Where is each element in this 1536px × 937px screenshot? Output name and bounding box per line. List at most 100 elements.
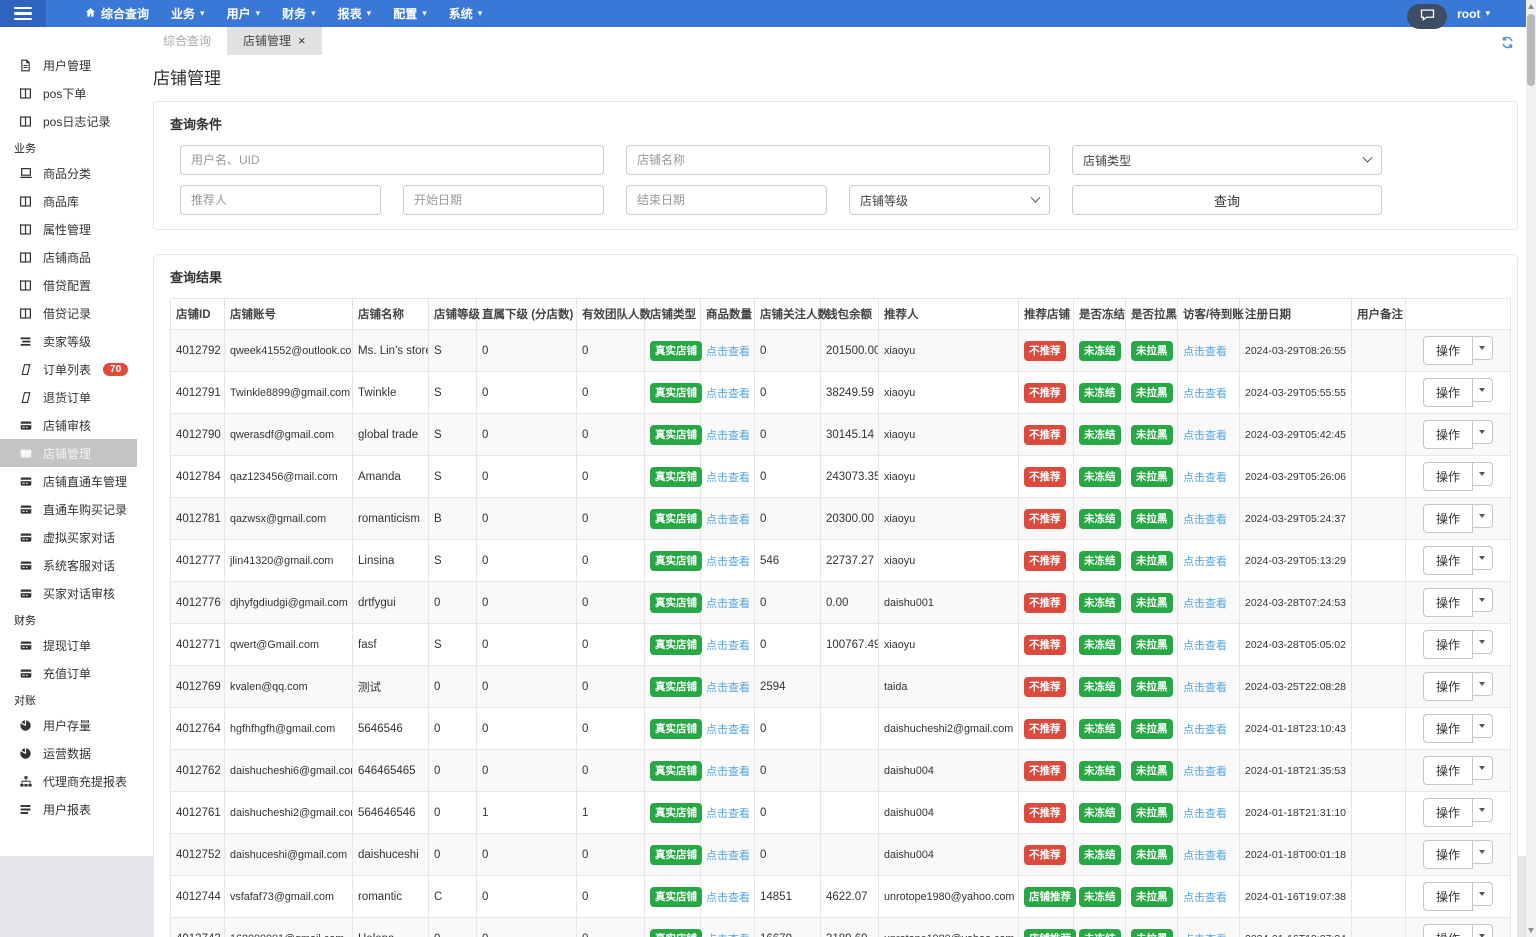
action-dropdown-button[interactable] [1473, 336, 1493, 360]
visitors-view-link[interactable]: 点击查看 [1183, 388, 1227, 400]
window-scrollbar[interactable] [1526, 0, 1536, 937]
action-button[interactable]: 操作 [1422, 420, 1473, 449]
visitors-view-link[interactable]: 点击查看 [1183, 640, 1227, 652]
goods-view-link[interactable]: 点击查看 [706, 472, 750, 484]
sidebar-item-product-library[interactable]: 商品库 [0, 187, 137, 215]
chat-button[interactable] [1407, 4, 1448, 29]
visitors-view-link[interactable]: 点击查看 [1183, 850, 1227, 862]
sidebar-item-shop-products[interactable]: 店铺商品 [0, 243, 137, 271]
action-button[interactable]: 操作 [1422, 672, 1473, 701]
scrollbar-thumb[interactable] [1527, 14, 1535, 86]
nav-item-users[interactable]: 用户 ▾ [216, 0, 272, 27]
visitors-view-link[interactable]: 点击查看 [1183, 514, 1227, 526]
username-input[interactable] [180, 145, 604, 175]
sidebar-item-recharge-orders[interactable]: 充值订单 [0, 659, 137, 687]
goods-view-link[interactable]: 点击查看 [706, 598, 750, 610]
nav-item-reports[interactable]: 报表 ▾ [327, 0, 383, 27]
sidebar-item-operation-data[interactable]: 运营数据 [0, 739, 137, 767]
visitors-view-link[interactable]: 点击查看 [1183, 808, 1227, 820]
action-button[interactable]: 操作 [1422, 882, 1473, 911]
tab-shop-management[interactable]: 店铺管理 × [227, 26, 322, 55]
visitors-view-link[interactable]: 点击查看 [1183, 472, 1227, 484]
action-dropdown-button[interactable] [1473, 714, 1493, 738]
goods-view-link[interactable]: 点击查看 [706, 640, 750, 652]
visitors-view-link[interactable]: 点击查看 [1183, 724, 1227, 736]
shop-name-input[interactable] [626, 145, 1050, 175]
sidebar-item-shop-express-management[interactable]: 店铺直通车管理 [0, 467, 137, 495]
end-date-input[interactable] [626, 185, 827, 215]
action-button[interactable]: 操作 [1422, 714, 1473, 743]
action-dropdown-button[interactable] [1473, 798, 1493, 822]
sidebar-item-product-category[interactable]: 商品分类 [0, 159, 137, 187]
action-dropdown-button[interactable] [1473, 672, 1493, 696]
user-menu[interactable]: root ▾ [1457, 7, 1490, 21]
action-button[interactable]: 操作 [1422, 756, 1473, 785]
sidebar-item-user-management[interactable]: 用户管理 [0, 51, 137, 79]
visitors-view-link[interactable]: 点击查看 [1183, 934, 1227, 937]
goods-view-link[interactable]: 点击查看 [706, 682, 750, 694]
sidebar-item-withdrawal-orders[interactable]: 提现订单 [0, 631, 137, 659]
sidebar-item-seller-level[interactable]: 卖家等级 [0, 327, 137, 355]
action-button[interactable]: 操作 [1422, 840, 1473, 869]
action-dropdown-button[interactable] [1473, 882, 1493, 906]
visitors-view-link[interactable]: 点击查看 [1183, 430, 1227, 442]
action-dropdown-button[interactable] [1473, 756, 1493, 780]
sidebar-item-attribute-management[interactable]: 属性管理 [0, 215, 137, 243]
sidebar-item-order-list[interactable]: 订单列表 70 [0, 355, 137, 383]
sidebar-item-loan-config[interactable]: 借贷配置 [0, 271, 137, 299]
start-date-input[interactable] [403, 185, 604, 215]
scroll-down-arrow-icon[interactable] [1528, 928, 1534, 933]
action-button[interactable]: 操作 [1422, 504, 1473, 533]
action-dropdown-button[interactable] [1473, 504, 1493, 528]
action-button[interactable]: 操作 [1422, 462, 1473, 491]
sidebar-item-loan-records[interactable]: 借贷记录 [0, 299, 137, 327]
goods-view-link[interactable]: 点击查看 [706, 766, 750, 778]
goods-view-link[interactable]: 点击查看 [706, 808, 750, 820]
scroll-up-arrow-icon[interactable] [1528, 4, 1534, 9]
visitors-view-link[interactable]: 点击查看 [1183, 682, 1227, 694]
goods-view-link[interactable]: 点击查看 [706, 850, 750, 862]
goods-view-link[interactable]: 点击查看 [706, 346, 750, 358]
nav-item-finance[interactable]: 财务 ▾ [271, 0, 327, 27]
goods-view-link[interactable]: 点击查看 [706, 934, 750, 937]
visitors-view-link[interactable]: 点击查看 [1183, 892, 1227, 904]
sidebar-item-pos-order[interactable]: pos下单 [0, 79, 137, 107]
action-dropdown-button[interactable] [1473, 588, 1493, 612]
goods-view-link[interactable]: 点击查看 [706, 430, 750, 442]
menu-toggle-button[interactable] [0, 0, 46, 27]
tab-close-icon[interactable]: × [298, 34, 306, 47]
action-button[interactable]: 操作 [1422, 630, 1473, 659]
sidebar-item-express-purchase-records[interactable]: 直通车购买记录 [0, 495, 137, 523]
shop-level-select[interactable]: 店铺等级 [849, 185, 1050, 215]
goods-view-link[interactable]: 点击查看 [706, 556, 750, 568]
action-dropdown-button[interactable] [1473, 546, 1493, 570]
goods-view-link[interactable]: 点击查看 [706, 514, 750, 526]
visitors-view-link[interactable]: 点击查看 [1183, 598, 1227, 610]
goods-view-link[interactable]: 点击查看 [706, 724, 750, 736]
action-dropdown-button[interactable] [1473, 420, 1493, 444]
action-button[interactable]: 操作 [1422, 798, 1473, 827]
action-dropdown-button[interactable] [1473, 924, 1493, 937]
action-button[interactable]: 操作 [1422, 546, 1473, 575]
visitors-view-link[interactable]: 点击查看 [1183, 346, 1227, 358]
sidebar-item-shop-review[interactable]: 店铺审核 [0, 411, 137, 439]
action-dropdown-button[interactable] [1473, 840, 1493, 864]
referrer-input[interactable] [180, 185, 381, 215]
sidebar-item-shop-management[interactable]: 店铺管理 [0, 439, 137, 467]
sidebar-item-user-stock[interactable]: 用户存量 [0, 711, 137, 739]
sidebar-item-user-report[interactable]: 用户报表 [0, 795, 137, 823]
action-dropdown-button[interactable] [1473, 378, 1493, 402]
goods-view-link[interactable]: 点击查看 [706, 892, 750, 904]
search-button[interactable]: 查询 [1072, 185, 1382, 215]
sidebar-item-agent-report[interactable]: 代理商充提报表 [0, 767, 137, 795]
sidebar-item-return-orders[interactable]: 退货订单 [0, 383, 137, 411]
refresh-icon[interactable] [1501, 36, 1514, 54]
action-dropdown-button[interactable] [1473, 462, 1493, 486]
sidebar-item-buyer-chat-review[interactable]: 买家对话审核 [0, 579, 137, 607]
sidebar-item-pos-log[interactable]: pos日志记录 [0, 107, 137, 135]
nav-item-config[interactable]: 配置 ▾ [382, 0, 438, 27]
nav-item-system[interactable]: 系统 ▾ [438, 0, 494, 27]
action-dropdown-button[interactable] [1473, 630, 1493, 654]
sidebar-item-virtual-buyer-chat[interactable]: 虚拟买家对话 [0, 523, 137, 551]
action-button[interactable]: 操作 [1422, 336, 1473, 365]
